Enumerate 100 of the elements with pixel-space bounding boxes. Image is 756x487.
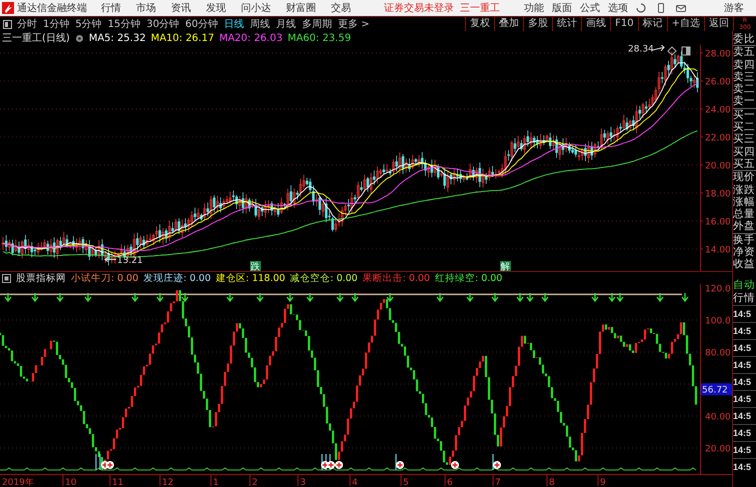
quote-field-label: 买五 xyxy=(733,158,756,170)
period-tab[interactable]: 分时 xyxy=(17,17,37,31)
price-axis-label: 20.00 xyxy=(705,162,731,172)
period-tab[interactable]: 15分钟 xyxy=(108,17,140,31)
mail-icon[interactable] xyxy=(676,3,686,13)
menu-item[interactable]: 财富圈 xyxy=(286,1,316,15)
quote-field-label: 卖二 xyxy=(733,83,756,96)
date-axis-label: 2 xyxy=(252,478,258,487)
settings-icon[interactable] xyxy=(74,34,84,42)
indicator-axis-label: 120.0 xyxy=(705,284,731,294)
menu-item[interactable]: 发现 xyxy=(206,1,226,15)
menu-item[interactable]: 版面 xyxy=(552,1,572,15)
app-title: 通达信金融终端 xyxy=(17,2,87,15)
toolbar-button[interactable]: 统计 xyxy=(552,17,582,31)
event-tag: 跌 xyxy=(250,261,261,271)
period-tab[interactable]: 30分钟 xyxy=(146,17,180,31)
quote-field-label: 委比 xyxy=(733,33,756,46)
quote-field-label: 收益 xyxy=(733,258,756,271)
event-tag: 解 xyxy=(500,261,511,271)
indicator-name: 股票指标网 xyxy=(16,272,66,284)
phone-icon[interactable] xyxy=(656,3,666,13)
price-axis-label: 26.00 xyxy=(705,78,731,88)
low-price-label: 13.21 xyxy=(117,256,143,266)
menu-item[interactable]: 功能 xyxy=(524,1,544,15)
quote-field-label: 净资 xyxy=(733,246,756,258)
user-label[interactable]: 游客 xyxy=(724,1,744,15)
trade-time: 14:5 xyxy=(733,390,756,407)
trade-time: 14:5 xyxy=(733,322,756,339)
quote-field-label: 总量 xyxy=(733,208,756,220)
price-axis-label: 16.00 xyxy=(705,218,731,228)
moving-average-value: MA5: 25.32 xyxy=(88,32,146,44)
pointer-arrow-icon xyxy=(104,256,116,262)
date-axis-label: 4 xyxy=(352,478,358,487)
quote-field-label: 买四 xyxy=(733,146,756,158)
quote-field-label: 卖四 xyxy=(733,58,756,71)
period-tab[interactable]: 日线 xyxy=(224,17,244,31)
trade-time: 14:5 xyxy=(733,338,756,356)
menu-item[interactable]: 问小达 xyxy=(241,1,271,15)
price-axis-label: 14.00 xyxy=(705,246,731,256)
date-axis-label: 3 xyxy=(300,478,306,487)
date-axis-label: 9 xyxy=(600,478,606,487)
refresh-icon[interactable] xyxy=(636,3,646,13)
menu-item[interactable]: 交易 xyxy=(331,1,351,15)
trade-time: 14:5 xyxy=(733,440,756,458)
period-tab[interactable]: 60分钟 xyxy=(185,17,218,31)
menu-item[interactable]: 资讯 xyxy=(171,1,191,15)
indicator-axis-label: 20.00 xyxy=(705,444,731,454)
indicator-value: 减仓空仓: 0.00 xyxy=(290,272,358,284)
date-axis-label: 7 xyxy=(495,478,501,487)
trade-time: 14:5 xyxy=(733,458,756,475)
toolbar-button[interactable]: +自选 xyxy=(666,17,704,31)
toolbar-button[interactable]: 画线 xyxy=(581,17,610,31)
date-axis-label: 10 xyxy=(65,478,76,487)
period-tab[interactable]: 5分钟 xyxy=(75,17,102,31)
date-axis-label: 2019年 xyxy=(2,478,34,487)
quote-field-label: 买一 xyxy=(733,108,756,122)
moving-average-value: MA10: 26.17 xyxy=(150,32,214,44)
chart-title: 三一重工(日线) xyxy=(2,32,70,45)
quotes-tab[interactable]: 行情 xyxy=(733,292,756,305)
menu-item[interactable]: 公式 xyxy=(580,1,600,15)
panel-toggle-icon[interactable] xyxy=(3,20,12,28)
quote-field-label: 涨跌 xyxy=(733,184,756,196)
toolbar-button[interactable]: 返回 xyxy=(704,17,733,31)
period-tab[interactable]: 月线 xyxy=(276,17,296,31)
indicator-value: 小试牛刀: 0.00 xyxy=(71,272,138,284)
indicator-settings-icon[interactable] xyxy=(2,274,11,282)
current-value-label: 56.72 xyxy=(701,383,732,396)
period-tab[interactable]: 1分钟 xyxy=(43,17,70,31)
chart-options-icon[interactable] xyxy=(667,46,690,56)
period-tab[interactable]: 周线 xyxy=(250,17,270,31)
toolbar-button[interactable]: F10 xyxy=(610,17,638,31)
menu-item[interactable]: 市场 xyxy=(136,1,156,15)
menu-item[interactable]: 选项 xyxy=(608,1,628,15)
price-axis-label: 24.00 xyxy=(705,106,731,116)
trade-time: 14:5 xyxy=(733,304,756,322)
auto-label[interactable]: 自动 xyxy=(733,278,756,292)
quote-field-label: 外盘 xyxy=(733,220,756,233)
indicator-value: 发现庄迹: 0.00 xyxy=(143,272,211,284)
price-axis-label: 28.00 xyxy=(705,50,731,60)
toolbar-button[interactable]: 多股 xyxy=(523,17,552,31)
moving-average-value: MA60: 23.59 xyxy=(288,32,351,44)
date-axis-label: 11 xyxy=(112,478,124,487)
quote-field-label: 卖五 xyxy=(733,45,756,59)
trade-time: 14:5 xyxy=(733,372,756,390)
toolbar-button[interactable]: 标记 xyxy=(638,17,667,31)
period-tab[interactable]: 多周期 xyxy=(302,17,332,31)
date-axis-label: 12 xyxy=(162,478,174,487)
date-axis-label: 5 xyxy=(403,478,409,487)
quote-field-label: 卖一 xyxy=(733,95,756,108)
period-tab[interactable]: 更多 > xyxy=(338,17,370,31)
moving-average-value: MA20: 26.03 xyxy=(219,32,283,44)
date-axis-label: 1 xyxy=(213,478,219,487)
quote-field-label: 涨幅 xyxy=(733,196,756,208)
stock-name: 三一重工 xyxy=(460,2,500,15)
menu-item[interactable]: 行情 xyxy=(101,1,121,15)
high-price-label: 28.34 xyxy=(628,45,654,55)
toolbar-button[interactable]: 复权 xyxy=(465,17,494,31)
trade-time: 14:5 xyxy=(733,406,756,424)
toolbar-button[interactable]: 叠加 xyxy=(494,17,524,31)
indicator-axis-label: 40.00 xyxy=(705,412,731,422)
